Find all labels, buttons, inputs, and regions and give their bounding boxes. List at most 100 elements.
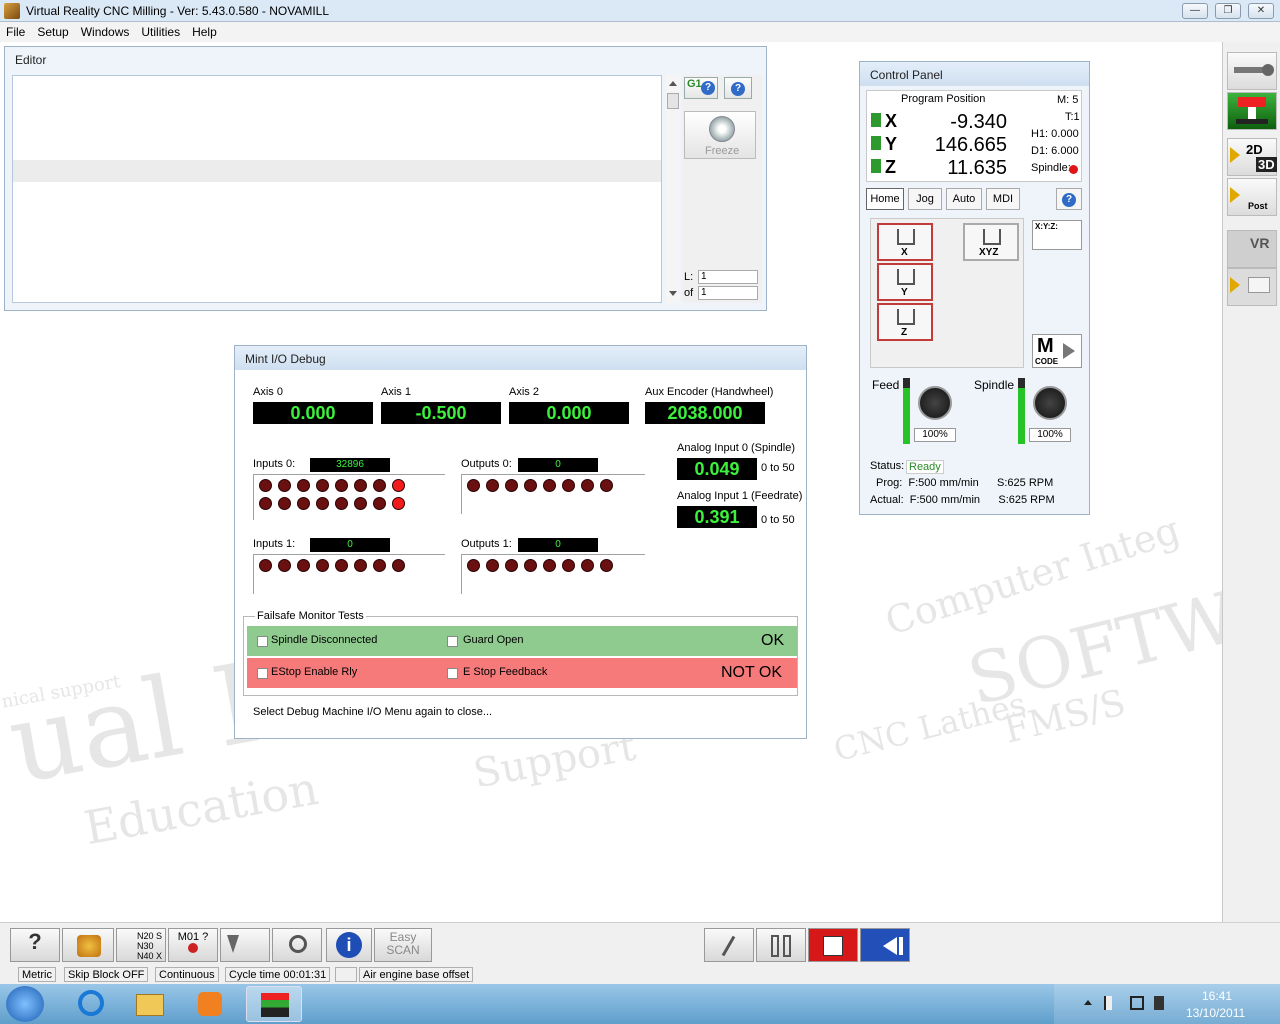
- stop-button[interactable]: [808, 928, 858, 962]
- spindle-disconnected-checkbox[interactable]: [257, 636, 268, 647]
- minimize-button[interactable]: —: [1182, 3, 1208, 19]
- volume-icon[interactable]: [1154, 996, 1164, 1010]
- control-tabs: Home Jog Auto MDI ?: [866, 188, 1086, 212]
- feed-hold-button[interactable]: [704, 928, 754, 962]
- led-off: [354, 479, 367, 492]
- help-icon: ?: [701, 81, 715, 95]
- block-restart-button[interactable]: N20 S N30 N40 X: [116, 928, 166, 962]
- home-y-button[interactable]: Y: [877, 263, 933, 301]
- led-on: [392, 497, 405, 510]
- home-z-button[interactable]: Z: [877, 303, 933, 341]
- tab-jog[interactable]: Jog: [908, 188, 942, 210]
- menu-help[interactable]: Help: [186, 22, 223, 39]
- spindle-gauge: [1018, 378, 1025, 444]
- pause-icon-bar: [783, 935, 791, 957]
- scroll-up-icon[interactable]: [669, 81, 677, 86]
- xyz-preset-button[interactable]: X:Y:Z:: [1032, 220, 1082, 250]
- tool-setup-button[interactable]: [62, 928, 114, 962]
- info-button[interactable]: i: [326, 928, 372, 962]
- skip-block-status: Skip Block OFF: [64, 967, 149, 982]
- menu-setup[interactable]: Setup: [31, 22, 74, 39]
- envelope-button[interactable]: [1227, 268, 1277, 306]
- estop-feedback-checkbox[interactable]: [447, 668, 458, 679]
- record-icon: [188, 943, 198, 953]
- tool-icon: [77, 935, 101, 957]
- 2d-3d-view-button[interactable]: 2D 3D: [1227, 138, 1277, 176]
- pause-button[interactable]: [756, 928, 806, 962]
- g1-help-button[interactable]: G1 ?: [684, 77, 718, 99]
- clock-time[interactable]: 16:41: [1202, 989, 1232, 1003]
- feed-override-knob[interactable]: [918, 386, 952, 420]
- spindle-percent: 100%: [1029, 428, 1071, 442]
- led-off: [467, 559, 480, 572]
- estop-enable-checkbox[interactable]: [257, 668, 268, 679]
- single-block-button[interactable]: [220, 928, 270, 962]
- failsafe-title: Failsafe Monitor Tests: [255, 610, 366, 622]
- network-icon[interactable]: [1130, 996, 1144, 1010]
- menu-utilities[interactable]: Utilities: [135, 22, 186, 39]
- spindle-override-knob[interactable]: [1033, 386, 1067, 420]
- arrow-down-icon: [227, 935, 239, 953]
- control-help-button[interactable]: ?: [1056, 188, 1082, 210]
- guard-open-checkbox[interactable]: [447, 636, 458, 647]
- menu-file[interactable]: File: [0, 22, 31, 39]
- led-off: [581, 479, 594, 492]
- control-panel-title: Control Panel: [860, 62, 1089, 86]
- close-button[interactable]: ✕: [1248, 3, 1274, 19]
- taskbar: 16:41 13/10/2011: [0, 984, 1280, 1024]
- slash-icon: [721, 935, 736, 957]
- wrench-tool-button[interactable]: [1227, 52, 1277, 90]
- optional-stop-button[interactable]: M01 ?: [168, 928, 218, 962]
- scroll-thumb[interactable]: [667, 93, 679, 109]
- analog0-display: 0.049: [677, 458, 757, 480]
- internet-explorer-taskbar[interactable]: [66, 986, 118, 1022]
- flag-icon[interactable]: [1104, 996, 1116, 1010]
- home-all-button[interactable]: XYZ: [963, 223, 1019, 261]
- maximize-button[interactable]: ❐: [1215, 3, 1241, 19]
- cnc-app-taskbar[interactable]: [246, 986, 302, 1022]
- axis-x-value: -9.340: [950, 111, 1007, 133]
- easy-scan-button[interactable]: Easy SCAN: [374, 928, 432, 962]
- menu-windows[interactable]: Windows: [75, 22, 136, 39]
- editor-help-button[interactable]: ?: [724, 77, 752, 99]
- axis-z-label: Z: [885, 157, 896, 177]
- help-wizard-button[interactable]: ?: [10, 928, 60, 962]
- xyz-label: X:Y:Z:: [1035, 222, 1058, 231]
- vr-button[interactable]: VR: [1227, 230, 1277, 268]
- actual-feed-speed: Actual: F:500 mm/min S:625 RPM: [870, 494, 1055, 506]
- editor-scrollbar[interactable]: [666, 75, 680, 303]
- feed-label: Feed: [872, 378, 900, 392]
- led-off: [373, 479, 386, 492]
- block-line: N40 X: [137, 951, 163, 961]
- tray-expand-icon[interactable]: [1084, 1000, 1092, 1005]
- editor-text-area[interactable]: [12, 75, 662, 303]
- editor-current-line: [13, 160, 661, 182]
- tab-mdi[interactable]: MDI: [986, 188, 1020, 210]
- home-x-button[interactable]: X: [877, 223, 933, 261]
- axis-z-value: 11.635: [947, 157, 1007, 179]
- start-button[interactable]: [6, 986, 44, 1022]
- ok-status: OK: [761, 632, 785, 649]
- machine-view-button[interactable]: [1227, 92, 1277, 130]
- led-off: [373, 559, 386, 572]
- tab-auto[interactable]: Auto: [946, 188, 982, 210]
- led-off: [316, 479, 329, 492]
- inputs0-display: 32896: [310, 458, 390, 472]
- post-button[interactable]: Post: [1227, 178, 1277, 216]
- inputs1-display: 0: [310, 538, 390, 552]
- freeze-button[interactable]: Freeze: [684, 111, 756, 159]
- of-field: 1: [698, 286, 758, 300]
- skip-block-button[interactable]: [272, 928, 322, 962]
- media-player-taskbar[interactable]: [184, 986, 236, 1022]
- cycle-start-button[interactable]: [860, 928, 910, 962]
- arrow-right-icon: [1063, 343, 1075, 359]
- info-icon: i: [336, 932, 362, 958]
- scroll-down-icon[interactable]: [669, 291, 677, 296]
- play-arrow-icon: [1230, 277, 1240, 293]
- outputs0-leds: [467, 479, 619, 495]
- explorer-taskbar[interactable]: [124, 986, 176, 1022]
- machine-icon: [1236, 97, 1268, 124]
- mcode-button[interactable]: M CODE: [1032, 334, 1082, 368]
- tab-home[interactable]: Home: [866, 188, 904, 210]
- clock-date[interactable]: 13/10/2011: [1186, 1006, 1245, 1020]
